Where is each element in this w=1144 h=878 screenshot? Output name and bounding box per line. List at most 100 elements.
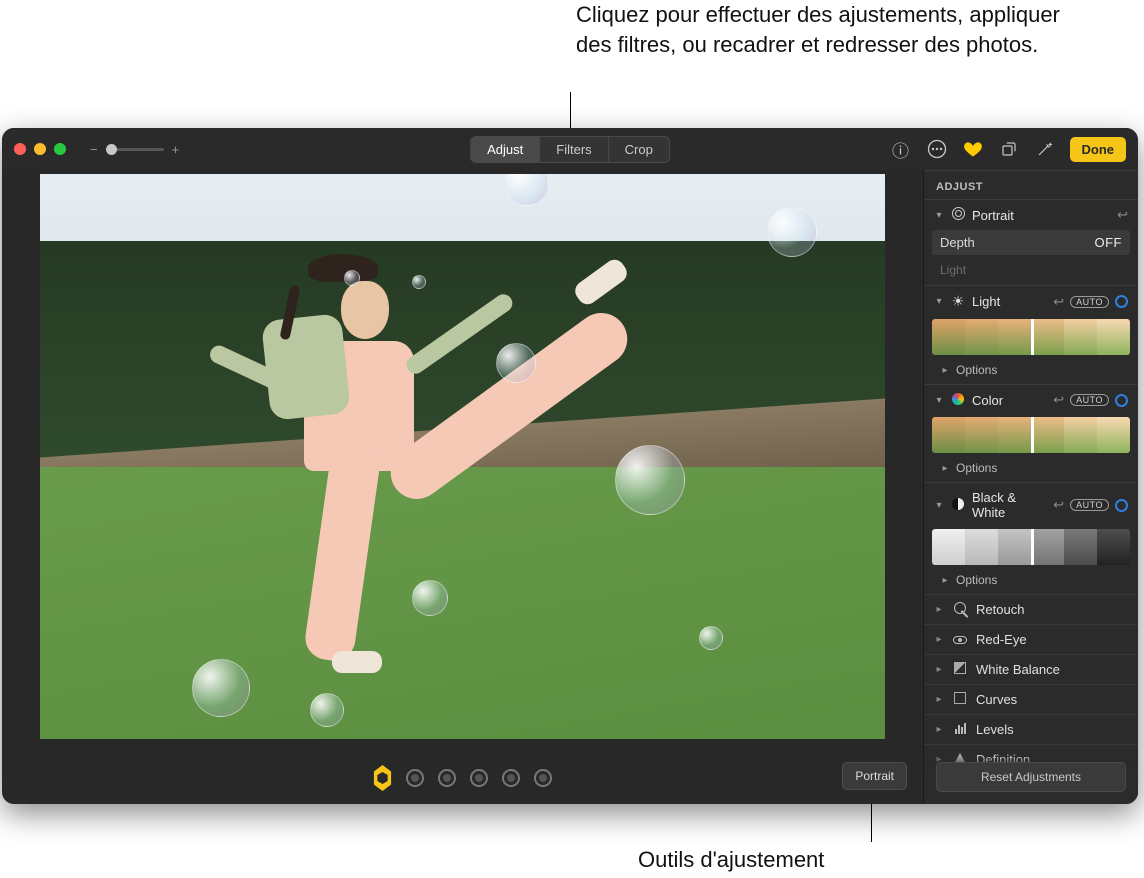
zoom-slider[interactable]: − +	[90, 142, 179, 157]
panel-head-color[interactable]: ▾ Color ↩ AUTO	[924, 385, 1138, 415]
chevron-down-icon: ▾	[934, 210, 944, 221]
tool-retouch[interactable]: ▸ Retouch	[924, 594, 1138, 624]
tab-filters[interactable]: Filters	[539, 137, 607, 162]
portrait-light-row: Light	[924, 260, 1138, 285]
auto-button[interactable]: AUTO	[1070, 499, 1109, 511]
lighting-strip: Portrait	[2, 752, 923, 804]
reset-icon[interactable]: ↩	[1053, 392, 1064, 408]
aperture-icon	[950, 207, 966, 223]
reset-icon[interactable]: ↩	[1053, 294, 1064, 310]
photos-edit-window: − + Adjust Filters Crop ⓘ	[2, 128, 1138, 804]
chevron-right-icon: ▸	[934, 634, 944, 645]
rotate-icon[interactable]	[998, 138, 1020, 160]
curves-icon	[952, 692, 968, 707]
tab-adjust[interactable]: Adjust	[471, 137, 539, 162]
levels-icon	[952, 722, 968, 737]
toggle-ring[interactable]	[1115, 295, 1128, 308]
chevron-right-icon: ▸	[940, 365, 950, 376]
retouch-icon	[952, 602, 968, 617]
zoom-minus-icon: −	[90, 142, 98, 157]
toggle-ring[interactable]	[1115, 394, 1128, 407]
panel-bw: ▾ Black & White ↩ AUTO ▸ Options	[924, 482, 1138, 594]
depth-label: Depth	[940, 235, 975, 250]
info-icon[interactable]: ⓘ	[890, 138, 912, 160]
toolbar-right: ⓘ Done	[890, 137, 1127, 162]
tool-white-balance[interactable]: ▸ White Balance	[924, 654, 1138, 684]
strip-marker[interactable]	[1031, 319, 1034, 355]
chevron-right-icon: ▸	[934, 694, 944, 705]
photo[interactable]	[40, 174, 885, 739]
tab-crop[interactable]: Crop	[608, 137, 669, 162]
panel-title: Light	[972, 294, 1047, 309]
color-strip[interactable]	[932, 417, 1130, 453]
reset-bar: Reset Adjustments	[924, 754, 1138, 804]
mode-tabs: Adjust Filters Crop	[470, 136, 670, 163]
strip-marker[interactable]	[1031, 529, 1034, 565]
panel-color: ▾ Color ↩ AUTO ▸ Options	[924, 384, 1138, 482]
color-options[interactable]: ▸ Options	[924, 457, 1138, 482]
aperture-option-2[interactable]	[437, 768, 457, 788]
bw-strip[interactable]	[932, 529, 1130, 565]
color-icon	[950, 393, 966, 408]
main-area: Portrait ADJUST ▾ Portrait ↩ Depth OFF L…	[2, 170, 1138, 804]
aperture-option-3[interactable]	[469, 768, 489, 788]
bw-options[interactable]: ▸ Options	[924, 569, 1138, 594]
aperture-option-4[interactable]	[501, 768, 521, 788]
light-strip[interactable]	[932, 319, 1130, 355]
tool-curves[interactable]: ▸ Curves	[924, 684, 1138, 714]
options-label: Options	[956, 461, 997, 475]
done-button[interactable]: Done	[1070, 137, 1127, 162]
chevron-right-icon: ▸	[934, 664, 944, 675]
reset-icon[interactable]: ↩	[1117, 207, 1128, 223]
panel-head-portrait[interactable]: ▾ Portrait ↩	[924, 200, 1138, 230]
chevron-right-icon: ▸	[934, 604, 944, 615]
strip-marker[interactable]	[1031, 417, 1034, 453]
close-window-button[interactable]	[14, 143, 26, 155]
toggle-ring[interactable]	[1115, 499, 1128, 512]
tool-redeye[interactable]: ▸ Red-Eye	[924, 624, 1138, 654]
portrait-depth-row[interactable]: Depth OFF	[932, 230, 1130, 255]
chevron-down-icon: ▾	[934, 296, 944, 307]
reset-icon[interactable]: ↩	[1053, 497, 1064, 513]
portrait-badge-button[interactable]: Portrait	[842, 762, 907, 790]
window-controls	[14, 143, 66, 155]
more-icon[interactable]	[926, 138, 948, 160]
chevron-down-icon: ▾	[934, 500, 944, 511]
light-icon: ☀	[950, 293, 966, 310]
options-label: Options	[956, 363, 997, 377]
sidebar-header: ADJUST	[924, 170, 1138, 199]
panel-title: Portrait	[972, 208, 1111, 223]
aperture-option-1[interactable]	[405, 768, 425, 788]
light-options[interactable]: ▸ Options	[924, 359, 1138, 384]
aperture-option-5[interactable]	[533, 768, 553, 788]
annotation-bottom: Outils d'ajustement	[638, 845, 898, 875]
titlebar: − + Adjust Filters Crop ⓘ	[2, 128, 1138, 170]
tool-label: Levels	[976, 722, 1014, 737]
panel-title: Color	[972, 393, 1047, 408]
auto-button[interactable]: AUTO	[1070, 296, 1109, 308]
chevron-right-icon: ▸	[940, 575, 950, 586]
panel-light: ▾ ☀ Light ↩ AUTO ▸ Options	[924, 285, 1138, 384]
auto-button[interactable]: AUTO	[1070, 394, 1109, 406]
chevron-right-icon: ▸	[940, 463, 950, 474]
bw-icon	[950, 498, 966, 513]
fullscreen-window-button[interactable]	[54, 143, 66, 155]
minimize-window-button[interactable]	[34, 143, 46, 155]
chevron-down-icon: ▾	[934, 395, 944, 406]
reset-adjustments-button[interactable]: Reset Adjustments	[936, 762, 1126, 792]
tool-label: Retouch	[976, 602, 1024, 617]
panel-portrait: ▾ Portrait ↩ Depth OFF Light	[924, 199, 1138, 285]
favorite-icon[interactable]	[962, 138, 984, 160]
options-label: Options	[956, 573, 997, 587]
annotation-top: Cliquez pour effectuer des ajustements, …	[576, 0, 1076, 59]
canvas-area: Portrait	[2, 170, 923, 804]
white-balance-icon	[952, 662, 968, 677]
aperture-original[interactable]	[373, 768, 393, 788]
zoom-track[interactable]	[106, 148, 164, 151]
zoom-knob[interactable]	[106, 144, 117, 155]
adjust-sidebar[interactable]: ADJUST ▾ Portrait ↩ Depth OFF Light ▾	[923, 170, 1138, 804]
auto-enhance-icon[interactable]	[1034, 138, 1056, 160]
panel-head-bw[interactable]: ▾ Black & White ↩ AUTO	[924, 483, 1138, 527]
panel-head-light[interactable]: ▾ ☀ Light ↩ AUTO	[924, 286, 1138, 317]
tool-levels[interactable]: ▸ Levels	[924, 714, 1138, 744]
